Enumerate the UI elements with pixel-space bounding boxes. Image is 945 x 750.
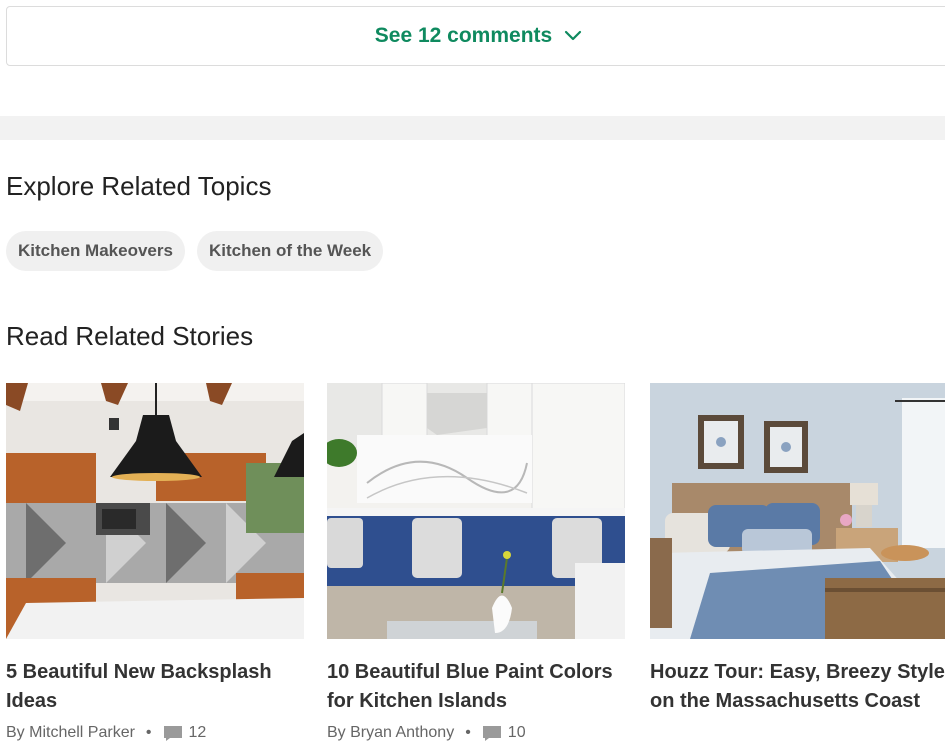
see-comments-button[interactable]: See 12 comments: [6, 6, 945, 66]
comment-icon: [163, 725, 182, 741]
meta-separator: •: [145, 724, 152, 741]
story-comment-count: 12: [188, 724, 207, 741]
story-title[interactable]: Houzz Tour: Easy, Breezy Style on the Ma…: [650, 658, 945, 716]
story-image-backsplash-kitchen[interactable]: [6, 383, 304, 639]
story-card[interactable]: Houzz Tour: Easy, Breezy Style on the Ma…: [650, 383, 945, 716]
section-divider: [0, 116, 945, 140]
story-image-coastal-bedroom[interactable]: [650, 383, 945, 639]
related-stories-heading: Read Related Stories: [6, 321, 254, 351]
story-card[interactable]: 5 Beautiful New Backsplash Ideas By Mitc…: [6, 383, 304, 742]
story-title[interactable]: 10 Beautiful Blue Paint Colors for Kitch…: [327, 658, 625, 716]
story-comment-count: 10: [507, 724, 526, 741]
explore-topics-heading: Explore Related Topics: [6, 171, 272, 201]
see-comments-link[interactable]: See 12 comments: [375, 24, 582, 48]
comment-icon: [482, 725, 501, 741]
story-card[interactable]: 10 Beautiful Blue Paint Colors for Kitch…: [327, 383, 625, 742]
story-title[interactable]: 5 Beautiful New Backsplash Ideas: [6, 658, 304, 716]
topic-chip-kitchen-makeovers[interactable]: Kitchen Makeovers: [6, 231, 185, 271]
story-image-blue-island[interactable]: [327, 383, 625, 639]
story-author: By Mitchell Parker: [6, 724, 135, 741]
meta-separator: •: [465, 724, 471, 741]
story-meta: By Bryan Anthony • 10: [327, 724, 625, 742]
topic-chips: Kitchen Makeovers Kitchen of the Week: [6, 231, 384, 271]
story-meta: By Mitchell Parker • 12: [6, 724, 304, 742]
topic-chip-kitchen-of-the-week[interactable]: Kitchen of the Week: [196, 231, 384, 271]
see-comments-label: See 12 comments: [374, 24, 553, 47]
chevron-down-icon: [565, 30, 582, 41]
story-author: By Bryan Anthony: [327, 724, 455, 741]
